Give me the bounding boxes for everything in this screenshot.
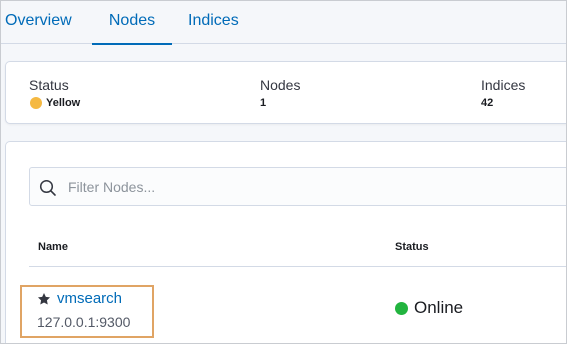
table-header-divider xyxy=(29,266,566,267)
node-status-text: Online xyxy=(414,298,464,317)
status-value: Yellow xyxy=(29,95,80,111)
node-name-link[interactable]: vmsearch xyxy=(37,290,122,307)
nodes-label: Nodes xyxy=(260,77,301,93)
status-label: Status xyxy=(29,77,69,93)
tab-indices[interactable]: Indices xyxy=(188,1,239,44)
column-header-name[interactable]: Name xyxy=(38,241,68,253)
column-header-status[interactable]: Status xyxy=(395,241,429,253)
nodes-stat: Nodes 1 xyxy=(260,76,300,111)
node-status: Online xyxy=(395,298,463,318)
status-stat: Status Yellow xyxy=(29,76,80,111)
indices-value: 42 xyxy=(481,97,494,109)
node-address: 127.0.0.1:9300 xyxy=(37,314,131,330)
filter-nodes-search[interactable] xyxy=(29,167,566,206)
tab-overview[interactable]: Overview xyxy=(5,1,72,44)
node-name-text[interactable]: vmsearch xyxy=(57,290,122,307)
app-frame: Overview Nodes Indices Status Yellow Nod… xyxy=(0,0,567,344)
search-icon xyxy=(39,179,56,196)
nodes-value: 1 xyxy=(260,97,267,109)
tab-bar: Overview Nodes Indices xyxy=(1,1,566,45)
tab-nodes[interactable]: Nodes xyxy=(92,1,172,45)
status-dot-icon xyxy=(30,97,42,109)
filter-nodes-input[interactable] xyxy=(68,168,548,205)
cluster-summary-panel: Status Yellow Nodes 1 Indices 42 xyxy=(5,61,566,124)
indices-stat: Indices 42 xyxy=(481,76,525,111)
status-value-text: Yellow xyxy=(46,97,81,109)
online-dot-icon xyxy=(395,301,408,315)
indices-label: Indices xyxy=(481,77,526,93)
star-icon xyxy=(37,292,51,304)
